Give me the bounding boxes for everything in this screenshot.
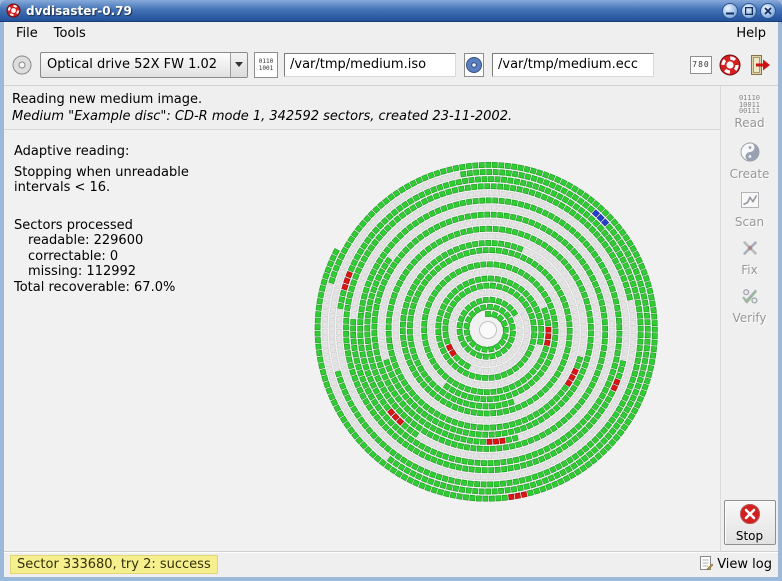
- stop-button[interactable]: Stop: [724, 500, 776, 545]
- menu-help[interactable]: Help: [728, 24, 774, 43]
- medium-info: Medium "Example disc": CD-R mode 1, 3425…: [12, 108, 712, 125]
- ecc-file-icon: [462, 52, 486, 78]
- fix-button[interactable]: Fix: [724, 234, 776, 279]
- minimize-button[interactable]: [722, 3, 738, 19]
- sidebar: 01110 10011 00111 Read Create: [720, 86, 778, 551]
- drive-select-value: Optical drive 52X FW 1.02: [41, 57, 230, 72]
- correctable-count: correctable: 0: [14, 249, 189, 265]
- menu-tools[interactable]: Tools: [46, 24, 94, 43]
- create-icon: [739, 141, 761, 166]
- image-path-input[interactable]: [284, 53, 456, 77]
- scan-button[interactable]: Scan: [724, 186, 776, 231]
- titlebar[interactable]: dvdisaster-0.79: [0, 0, 782, 22]
- statusbar: Sector 333680, try 2: success View log: [4, 551, 778, 577]
- read-button-label: Read: [734, 116, 764, 130]
- view-log-label: View log: [717, 557, 772, 572]
- preferences-icon[interactable]: 780: [690, 56, 712, 74]
- fix-icon: [739, 237, 761, 262]
- menubar: File Tools Help: [4, 22, 778, 44]
- stop-icon: [739, 503, 761, 528]
- close-button[interactable]: [760, 3, 776, 19]
- read-icon: 01110 10011 00111: [739, 95, 760, 115]
- quit-icon[interactable]: [748, 53, 772, 77]
- reading-info-panel: Adaptive reading: Stopping when unreadab…: [14, 144, 189, 295]
- chevron-down-icon: [230, 53, 247, 77]
- view-log-button[interactable]: View log: [699, 555, 772, 575]
- verify-icon: [739, 285, 761, 310]
- stop-button-label: Stop: [736, 529, 763, 543]
- stop-condition-line1: Stopping when unreadable: [14, 165, 189, 181]
- status-line1: Reading new medium image.: [12, 91, 712, 108]
- maximize-button[interactable]: [741, 3, 757, 19]
- create-button[interactable]: Create: [724, 138, 776, 183]
- main-area: Adaptive reading: Stopping when unreadab…: [4, 130, 720, 551]
- drive-select[interactable]: Optical drive 52X FW 1.02: [40, 52, 248, 78]
- app-window: dvdisaster-0.79 File Tools Help Optical …: [0, 0, 782, 581]
- window-title: dvdisaster-0.79: [26, 4, 717, 18]
- status-header: Reading new medium image. Medium "Exampl…: [4, 86, 720, 130]
- help-icon[interactable]: [718, 53, 742, 77]
- scan-button-label: Scan: [735, 215, 764, 229]
- read-button[interactable]: 01110 10011 00111 Read: [724, 90, 776, 135]
- stop-condition-line2: intervals < 16.: [14, 180, 189, 196]
- missing-count: missing: 112992: [14, 264, 189, 280]
- view-log-icon: [699, 555, 713, 575]
- drive-icon: [10, 53, 34, 77]
- image-file-icon: 0110 1001: [254, 52, 278, 78]
- verify-button[interactable]: Verify: [724, 282, 776, 327]
- menu-file[interactable]: File: [8, 24, 46, 43]
- fix-button-label: Fix: [741, 263, 757, 277]
- app-icon: [6, 3, 21, 18]
- status-message: Sector 333680, try 2: success: [10, 555, 218, 574]
- sectors-processed-title: Sectors processed: [14, 218, 189, 234]
- total-recoverable: Total recoverable: 67.0%: [14, 280, 189, 296]
- toolbar: Optical drive 52X FW 1.02 0110 1001 780: [4, 44, 778, 86]
- ecc-path-input[interactable]: [492, 53, 654, 77]
- scan-icon: [739, 189, 761, 214]
- verify-button-label: Verify: [732, 311, 766, 325]
- create-button-label: Create: [730, 167, 770, 181]
- readable-count: readable: 229600: [14, 233, 189, 249]
- adaptive-reading-title: Adaptive reading:: [14, 144, 189, 160]
